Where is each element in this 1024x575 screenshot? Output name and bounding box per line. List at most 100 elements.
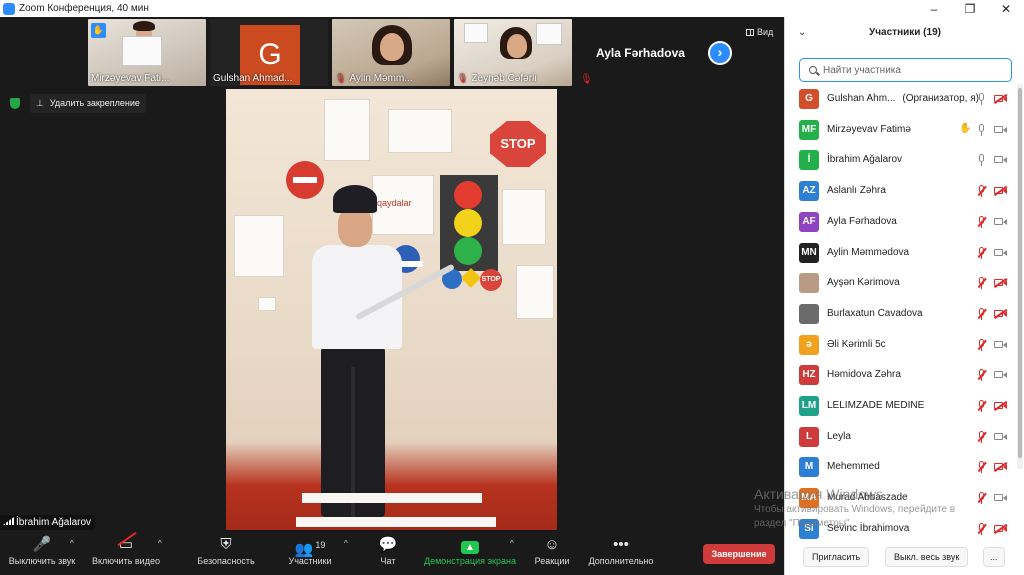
participant-search[interactable] bbox=[799, 58, 1012, 82]
minimize-button[interactable]: – bbox=[916, 2, 952, 16]
video-tile[interactable]: 🎙 Zeynəb Cəfərli bbox=[454, 19, 572, 86]
mic-muted-icon[interactable] bbox=[978, 492, 986, 505]
participant-face bbox=[380, 33, 404, 61]
share-screen-button[interactable]: ▲ Демонстрация экрана ^ bbox=[422, 530, 518, 575]
video-off-icon[interactable] bbox=[994, 524, 1007, 533]
participant-row[interactable]: L Leyla bbox=[785, 422, 1017, 452]
main-video[interactable]: STOP qaydalar STOP bbox=[226, 89, 557, 530]
video-tile[interactable]: ✋ Mirzəyevav Fati... bbox=[88, 19, 206, 86]
participant-row[interactable]: SI Sevinc İbrahimova bbox=[785, 514, 1017, 539]
video-off-icon[interactable] bbox=[994, 278, 1007, 287]
reactions-button[interactable]: ☺ Реакции bbox=[532, 530, 572, 575]
participant-name: Aylin Məmmədova bbox=[827, 247, 909, 258]
participant-row[interactable]: G Gulshan Ahm... (Организатор, я) bbox=[785, 84, 1017, 114]
share-screen-label: Демонстрация экрана bbox=[424, 556, 516, 566]
security-button[interactable]: ⛨ Безопасность bbox=[194, 530, 258, 575]
mic-icon[interactable] bbox=[978, 93, 986, 105]
participant-row[interactable]: İ İbrahim Ağalarov bbox=[785, 145, 1017, 175]
window-title: Zoom Конференция, 40 мин bbox=[19, 3, 149, 14]
caret-up-icon[interactable]: ^ bbox=[70, 539, 74, 548]
title-bar: Zoom Конференция, 40 мин – ❐ ✕ bbox=[0, 0, 1024, 17]
video-icon[interactable] bbox=[994, 493, 1007, 502]
video-tile[interactable]: G Gulshan Ahmad... bbox=[210, 19, 328, 86]
participant-name: Mehemmed bbox=[827, 461, 880, 472]
mute-button[interactable]: 🎤 Выключить звук ^ bbox=[6, 530, 78, 575]
people-icon: 👥 19 bbox=[294, 540, 326, 558]
video-tile[interactable]: 🎙 Aylin Məmm... bbox=[332, 19, 450, 86]
mic-muted-icon[interactable] bbox=[978, 277, 986, 290]
mute-all-button[interactable]: Выкл. весь звук bbox=[885, 547, 969, 567]
traffic-light bbox=[440, 175, 498, 271]
participant-name-text: Sevinc İbrahimova bbox=[827, 522, 910, 534]
participant-row[interactable]: M Mehemmed bbox=[785, 452, 1017, 482]
caret-up-icon[interactable]: ^ bbox=[344, 539, 348, 548]
panel-scrollbar[interactable] bbox=[1017, 84, 1023, 469]
participant-row[interactable]: Ayşən Kərimova bbox=[785, 268, 1017, 298]
video-icon[interactable] bbox=[994, 125, 1007, 134]
next-page-button[interactable]: › bbox=[708, 41, 732, 65]
end-meeting-button[interactable]: Завершение bbox=[703, 544, 775, 564]
mic-muted-icon[interactable] bbox=[978, 461, 986, 474]
close-button[interactable]: ✕ bbox=[988, 2, 1024, 16]
search-input[interactable] bbox=[823, 64, 1003, 76]
mic-muted-icon[interactable] bbox=[978, 185, 986, 198]
video-off-icon[interactable] bbox=[994, 309, 1007, 318]
participant-name: LELIMZADE MEDINE bbox=[827, 400, 924, 411]
mic-icon[interactable] bbox=[978, 123, 986, 136]
video-off-icon[interactable] bbox=[994, 462, 1007, 471]
mic-muted-icon[interactable] bbox=[978, 369, 986, 382]
start-video-button[interactable]: ▭ Включить видео ^ bbox=[90, 530, 162, 575]
participants-button[interactable]: 👥 19 Участники ^ bbox=[282, 530, 348, 575]
crosswalk-poster bbox=[234, 215, 284, 277]
mic-muted-icon[interactable] bbox=[978, 246, 986, 259]
main-video-name: İbrahim Ağalarov bbox=[16, 517, 92, 528]
encryption-shield-icon[interactable] bbox=[10, 98, 20, 109]
video-icon[interactable] bbox=[994, 370, 1007, 379]
mic-icon: 🎤 bbox=[32, 536, 52, 553]
participant-name: Burlaxatun Cavadova bbox=[827, 308, 923, 319]
participant-row[interactable]: MF Mirzəyevav Fatimə ✋ bbox=[785, 115, 1017, 145]
participant-row[interactable]: AF Ayla Fərhadova bbox=[785, 207, 1017, 237]
video-icon[interactable] bbox=[994, 432, 1007, 441]
view-button[interactable]: Вид bbox=[746, 27, 773, 37]
video-icon[interactable] bbox=[994, 340, 1007, 349]
mic-muted-icon[interactable] bbox=[978, 215, 986, 228]
avatar: L bbox=[799, 426, 819, 447]
scrollbar-thumb[interactable] bbox=[1018, 88, 1022, 458]
more-button[interactable]: ••• Дополнительно bbox=[586, 530, 656, 575]
participant-row[interactable]: HZ Həmidova Zəhra bbox=[785, 360, 1017, 390]
video-icon[interactable] bbox=[994, 217, 1007, 226]
participant-row[interactable]: ə Əli Kərimli 5c bbox=[785, 330, 1017, 360]
video-icon[interactable] bbox=[994, 248, 1007, 257]
video-off-icon[interactable] bbox=[994, 94, 1007, 103]
avatar bbox=[799, 273, 819, 294]
participant-row[interactable]: AZ Aslanlı Zəhra bbox=[785, 176, 1017, 206]
chat-button[interactable]: 💬 Чат bbox=[372, 530, 404, 575]
unpin-button[interactable]: ⊥ Удалить закрепление bbox=[30, 94, 146, 113]
video-off-icon[interactable] bbox=[994, 186, 1007, 195]
mic-muted-icon[interactable] bbox=[978, 522, 986, 535]
maximize-button[interactable]: ❐ bbox=[952, 2, 988, 16]
participant-row[interactable]: Burlaxatun Cavadova bbox=[785, 299, 1017, 329]
mic-muted-icon[interactable] bbox=[978, 400, 986, 412]
mic-muted-icon[interactable] bbox=[978, 307, 986, 320]
participant-row[interactable]: LM LELIMZADE MEDINE bbox=[785, 391, 1017, 421]
participant-row[interactable]: MN Aylin Məmmədova bbox=[785, 238, 1017, 268]
participant-name-text: LELIMZADE MEDINE bbox=[827, 400, 925, 411]
meeting-toolbar: 🎤 Выключить звук ^ ▭ Включить видео ^ ⛨ … bbox=[0, 530, 784, 575]
more-options-button[interactable]: ... bbox=[983, 547, 1005, 567]
avatar: ə bbox=[799, 334, 819, 355]
video-off-icon: ▭ bbox=[90, 530, 162, 556]
caret-up-icon[interactable]: ^ bbox=[510, 539, 514, 548]
mic-muted-icon[interactable] bbox=[978, 338, 986, 351]
video-off-icon[interactable] bbox=[994, 401, 1007, 410]
invite-button[interactable]: Пригласить bbox=[803, 547, 870, 567]
participant-row[interactable]: MA Murad Abbaszade bbox=[785, 483, 1017, 513]
stop-sign: STOP bbox=[490, 121, 546, 167]
avatar: LM bbox=[799, 396, 819, 416]
mic-muted-icon[interactable] bbox=[978, 430, 986, 443]
caret-up-icon[interactable]: ^ bbox=[158, 539, 162, 548]
mic-icon[interactable] bbox=[978, 154, 986, 167]
avatar: G bbox=[799, 89, 819, 109]
video-icon[interactable] bbox=[994, 155, 1007, 164]
